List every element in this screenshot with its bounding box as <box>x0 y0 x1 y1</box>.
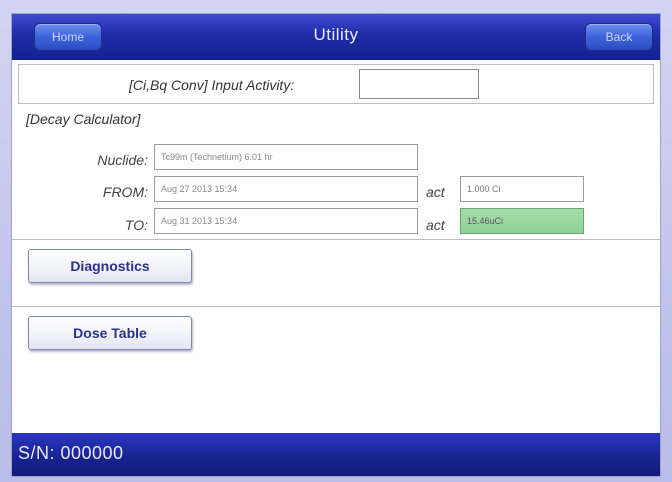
dose-table-button[interactable]: Dose Table <box>28 316 192 350</box>
from-act-label: act <box>426 184 445 200</box>
to-date-field[interactable]: Aug 31 2013 15:34 <box>154 208 418 234</box>
to-activity-result: 15.46uCi <box>460 208 584 234</box>
activity-input[interactable] <box>359 69 479 99</box>
nuclide-label: Nuclide: <box>97 152 148 168</box>
back-button[interactable]: Back <box>585 23 653 51</box>
section-divider <box>12 306 660 307</box>
diagnostics-button[interactable]: Diagnostics <box>28 249 192 283</box>
to-act-label: act <box>426 217 445 233</box>
conversion-row: [Ci,Bq Conv] Input Activity: <box>18 64 654 104</box>
conversion-label: [Ci,Bq Conv] Input Activity: <box>129 77 295 93</box>
nuclide-field[interactable]: Tc99m (Technetium) 6.01 hr <box>154 144 418 170</box>
to-label: TO: <box>124 217 148 233</box>
touch-screen: Home Utility Back [Ci,Bq Conv] Input Act… <box>12 14 660 476</box>
section-divider <box>12 239 660 240</box>
title-bar: Home Utility Back <box>12 14 660 60</box>
serial-number: S/N: 000000 <box>18 443 124 463</box>
from-label: FROM: <box>102 184 148 200</box>
from-activity-field[interactable]: 1.000 Ci <box>460 176 584 202</box>
from-date-field[interactable]: Aug 27 2013 15:34 <box>154 176 418 202</box>
decay-calculator-title: [Decay Calculator] <box>26 111 141 127</box>
page-title: Utility <box>313 25 359 44</box>
status-bar: S/N: 000000 <box>12 433 660 476</box>
